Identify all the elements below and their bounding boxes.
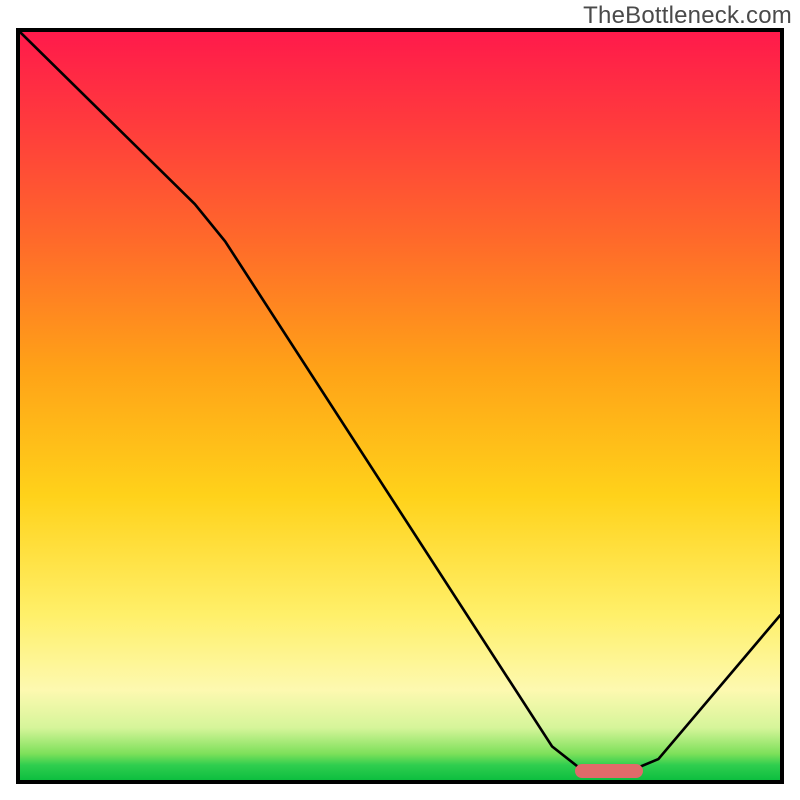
curve-path bbox=[20, 32, 780, 772]
chart-frame bbox=[16, 28, 784, 784]
bottleneck-curve bbox=[20, 32, 780, 780]
optimal-range-marker bbox=[575, 764, 643, 778]
watermark-label: TheBottleneck.com bbox=[583, 2, 792, 30]
